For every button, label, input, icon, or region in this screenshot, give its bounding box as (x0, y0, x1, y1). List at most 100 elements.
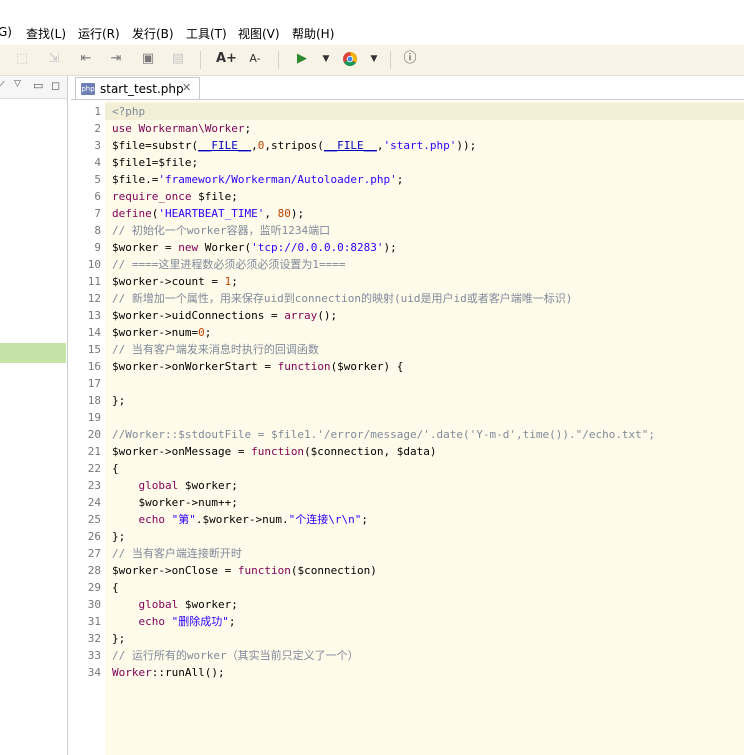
line-code: $file=substr(__FILE__,0,stripos(__FILE__… (112, 139, 477, 152)
code-line[interactable]: 3 $file=substr(__FILE__,0,stripos(__FILE_… (71, 137, 744, 154)
line-code: $worker->count = 1; (112, 275, 238, 288)
code-line[interactable]: 31 echo "删除成功"; (71, 613, 744, 630)
line-number: 1 (94, 105, 101, 118)
font-smaller-icon[interactable]: A- (246, 51, 264, 67)
maximize-icon[interactable]: ◻ (51, 79, 60, 92)
code-line[interactable]: 6 require_once $file; (71, 188, 744, 205)
code-line[interactable]: 29 { (71, 579, 744, 596)
code-line[interactable]: 2 use Workerman\Worker; (71, 120, 744, 137)
menu-item-find[interactable]: 查找(L) (26, 25, 66, 42)
code-line[interactable]: 33 // 运行所有的worker（其实当前只定义了一个） (71, 647, 744, 664)
close-icon[interactable]: ✕ (182, 81, 191, 94)
line-number: 8 (94, 224, 101, 237)
menu-item-help[interactable]: 帮助(H) (292, 25, 334, 42)
code-line[interactable]: 18}; (71, 392, 744, 409)
code-line[interactable]: 24 $worker->num++; (71, 494, 744, 511)
minimize-icon[interactable]: ▭ (33, 79, 43, 92)
code-line[interactable]: 28 $worker->onClose = function($connectio… (71, 562, 744, 579)
code-line[interactable]: 9 $worker = new Worker('tcp://0.0.0.0:828… (71, 239, 744, 256)
code-line[interactable]: 15 // 当有客户端发来消息时执行的回调函数 (71, 341, 744, 358)
line-number: 17 (87, 377, 101, 390)
menu-item-publish[interactable]: 发行(B) (132, 25, 174, 42)
code-line[interactable]: 25 echo "第".$worker->num."个连接\r\n"; (71, 511, 744, 528)
line-code: $worker->num++; (112, 496, 238, 509)
line-code: // 初始化一个worker容器，监听1234端口 (112, 224, 331, 237)
line-number: 10 (87, 258, 101, 271)
line-code: $worker->onMessage = function($connectio… (112, 445, 437, 458)
code-line[interactable]: 20 //Worker::$stdoutFile = $file1.'/error… (71, 426, 744, 443)
code-line[interactable]: 7 define('HEARTBEAT_TIME', 80); (71, 205, 744, 222)
code-line[interactable]: 27 // 当有客户端连接断开时 (71, 545, 744, 562)
line-number: 30 (87, 598, 101, 611)
code-line[interactable]: 17 (71, 375, 744, 392)
line-code: { (112, 581, 119, 594)
line-number: 4 (94, 156, 101, 169)
font-larger-icon[interactable]: A+ (216, 51, 237, 67)
pin-icon[interactable]: ⟋ (0, 79, 5, 93)
toolbar-separator (390, 51, 391, 69)
line-code: require_once $file; (112, 190, 238, 203)
line-code: $worker->onWorkerStart = function($worke… (112, 360, 404, 373)
info-icon[interactable]: ⓘ (402, 51, 418, 67)
export-icon[interactable]: ⇲ (46, 51, 62, 67)
browser-dropdown-icon[interactable]: ▼ (366, 51, 382, 67)
toolbar-separator (200, 51, 201, 69)
menu-item-0[interactable]: G) (0, 25, 12, 39)
code-line[interactable]: 14 $worker->num=0; (71, 324, 744, 341)
line-code: $file1=$file; (112, 156, 199, 169)
code-line[interactable]: 10 // ====这里进程数必须必须必须设置为1==== (71, 256, 744, 273)
line-number: 3 (94, 139, 101, 152)
selected-tree-item[interactable] (0, 343, 66, 363)
line-number: 14 (87, 326, 101, 339)
line-number: 34 (87, 666, 101, 679)
code-line[interactable]: 13 $worker->uidConnections = array(); (71, 307, 744, 324)
line-code: // 当有客户端连接断开时 (112, 547, 242, 560)
code-line[interactable]: 19 (71, 409, 744, 426)
panel-toolbar: ⟋ ▽ ▭ ◻ (0, 76, 67, 99)
line-number: 24 (87, 496, 101, 509)
line-number: 27 (87, 547, 101, 560)
code-line[interactable]: 11 $worker->count = 1; (71, 273, 744, 290)
menu-item-tools[interactable]: 工具(T) (186, 25, 227, 42)
code-line[interactable]: 4 $file1=$file; (71, 154, 744, 171)
line-number: 22 (87, 462, 101, 475)
menu-item-view[interactable]: 视图(V) (238, 25, 280, 42)
tab-start-test-php[interactable]: php start_test.php ✕ (75, 77, 200, 100)
code-line[interactable]: 16 $worker->onWorkerStart = function($wor… (71, 358, 744, 375)
step-forward-icon[interactable]: ⇥ (108, 51, 124, 67)
line-code: }; (112, 632, 126, 645)
line-code: global $worker; (138, 598, 238, 611)
code-line[interactable]: 22 { (71, 460, 744, 477)
line-number: 12 (87, 292, 101, 305)
line-number: 31 (87, 615, 101, 628)
run-icon[interactable]: ▶ (294, 51, 310, 67)
code-line[interactable]: 30 global $worker; (71, 596, 744, 613)
code-line[interactable]: 12 // 新增加一个属性，用来保存uid到connection的映射(uid是用… (71, 290, 744, 307)
line-number: 11 (87, 275, 101, 288)
view-menu-icon[interactable]: ▽ (14, 79, 21, 89)
code-editor[interactable]: 1 <?php 2 use Workerman\Worker; 3 $file=subst… (71, 101, 744, 755)
line-code: $worker->onClose = function($connection) (112, 564, 377, 577)
browser-icon[interactable] (342, 51, 358, 67)
line-code: }; (112, 394, 126, 407)
line-number: 33 (87, 649, 101, 662)
run-dropdown-icon[interactable]: ▼ (318, 51, 334, 67)
step-back-icon[interactable]: ⇤ (78, 51, 94, 67)
line-code: define('HEARTBEAT_TIME', 80); (112, 207, 305, 220)
code-line[interactable]: 8 // 初始化一个worker容器，监听1234端口 (71, 222, 744, 239)
menu-bar: G) 查找(L) 运行(R) 发行(B) 工具(T) 视图(V) 帮助(H) (0, 22, 744, 44)
code-line[interactable]: 5 $file.='framework/Workerman/Autoloader.… (71, 171, 744, 188)
code-line[interactable]: 1 <?php (71, 103, 744, 120)
format-icon[interactable]: ⬚ (14, 51, 30, 67)
code-line[interactable]: 26}; (71, 528, 744, 545)
code-line[interactable]: 21 $worker->onMessage = function($connect… (71, 443, 744, 460)
code-line[interactable]: 23 global $worker; (71, 477, 744, 494)
save-page-icon[interactable]: ▣ (140, 51, 156, 67)
line-number: 13 (87, 309, 101, 322)
line-code: // 运行所有的worker（其实当前只定义了一个） (112, 649, 359, 662)
code-line[interactable]: 32}; (71, 630, 744, 647)
menu-item-run[interactable]: 运行(R) (78, 25, 120, 42)
line-number: 5 (94, 173, 101, 186)
save-disabled-icon[interactable]: ▤ (170, 51, 186, 67)
code-line[interactable]: 34 Worker::runAll(); (71, 664, 744, 681)
